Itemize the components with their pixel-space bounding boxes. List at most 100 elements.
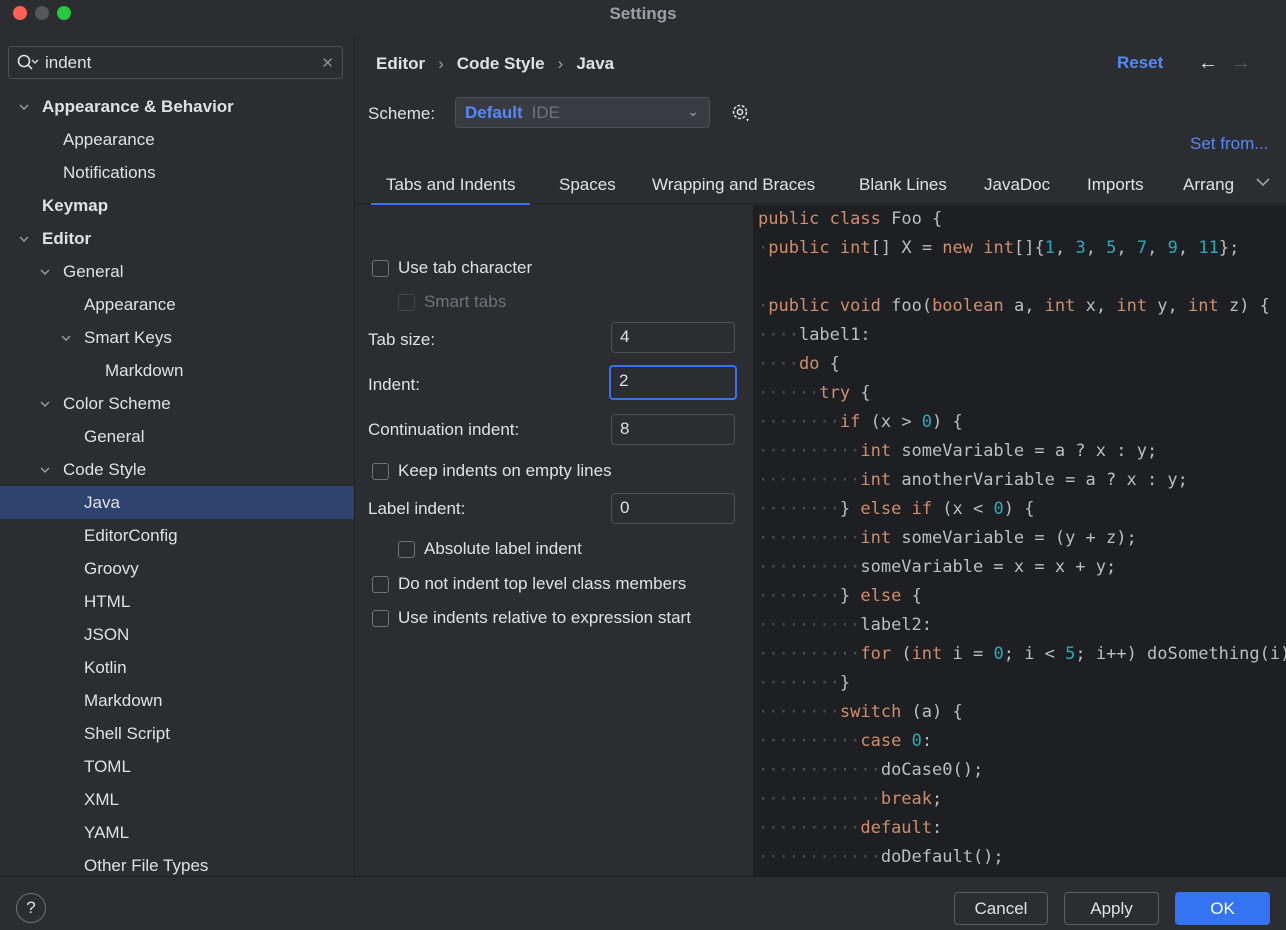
search-field[interactable]: indent ✕: [8, 46, 343, 79]
tab-arrangement[interactable]: Arrang: [1183, 175, 1234, 195]
tree-item-label: JSON: [84, 624, 130, 644]
code-keyword: public: [768, 296, 830, 316]
tab-size-input[interactable]: 4: [611, 322, 735, 353]
cancel-button[interactable]: Cancel: [954, 892, 1048, 925]
code-line: ··········default:: [758, 814, 942, 843]
no-indent-top-level-checkbox[interactable]: Do not indent top level class members: [372, 574, 686, 594]
code-text: ; i <: [1003, 644, 1066, 664]
label-indent-input[interactable]: 0: [611, 493, 735, 524]
tree-item[interactable]: General: [0, 255, 354, 288]
absolute-label-indent-checkbox[interactable]: Absolute label indent: [398, 539, 582, 559]
tree-item[interactable]: Editor: [0, 222, 354, 255]
tree-item[interactable]: Appearance: [0, 288, 354, 321]
help-icon[interactable]: ?: [16, 893, 46, 923]
chevron-down-icon[interactable]: [18, 101, 30, 113]
code-line: ··········int anotherVariable = a ? x : …: [758, 466, 1188, 495]
settings-content: Editor › Code Style › Java Reset ← → Sch…: [355, 36, 1286, 876]
label-indent-label: Label indent:: [368, 499, 466, 518]
indent-input[interactable]: 2: [609, 365, 737, 400]
tree-item[interactable]: Smart Keys: [0, 321, 354, 354]
close-window-button[interactable]: [13, 6, 27, 20]
code-preview: public class Foo {·public int[] X = new …: [753, 205, 1286, 876]
checkbox[interactable]: [372, 609, 389, 627]
tree-item[interactable]: General: [0, 420, 354, 453]
code-text: z) {: [1218, 296, 1270, 316]
code-line: ··········case 0:: [758, 727, 932, 756]
continuation-indent-input[interactable]: 8: [611, 414, 735, 445]
tab-spaces[interactable]: Spaces: [559, 175, 616, 195]
tree-item[interactable]: Keymap: [0, 189, 354, 222]
window-title: Settings: [609, 4, 677, 23]
tree-item-label: Other File Types: [84, 855, 209, 875]
tree-item[interactable]: HTML: [0, 585, 354, 618]
tree-item[interactable]: Markdown: [0, 684, 354, 717]
gear-icon[interactable]: [730, 102, 752, 124]
tree-item[interactable]: Markdown: [0, 354, 354, 387]
code-text: {: [850, 383, 871, 403]
code-number: 5: [1065, 644, 1076, 664]
code-line: ········if (x > 0) {: [758, 408, 963, 437]
code-text: ,: [1054, 238, 1076, 258]
maximize-window-button[interactable]: [57, 6, 71, 20]
code-text: }: [839, 499, 861, 519]
chevron-down-icon[interactable]: [1255, 174, 1271, 193]
code-text: ,: [1147, 238, 1168, 258]
breadcrumb-item[interactable]: Editor: [376, 54, 425, 74]
checkbox[interactable]: [398, 540, 415, 558]
code-number: 0: [993, 499, 1004, 519]
checkbox[interactable]: [372, 462, 389, 480]
code-text: ;: [932, 789, 943, 809]
apply-button[interactable]: Apply: [1064, 892, 1159, 925]
tree-item[interactable]: TOML: [0, 750, 354, 783]
forward-arrow-icon[interactable]: →: [1231, 52, 1251, 75]
tree-item[interactable]: Color Scheme: [0, 387, 354, 420]
tree-item[interactable]: Appearance: [0, 123, 354, 156]
clear-search-icon[interactable]: ✕: [321, 54, 334, 72]
use-tab-character-checkbox[interactable]: Use tab character: [372, 258, 532, 278]
code-number: 0: [921, 412, 933, 432]
tree-item[interactable]: Kotlin: [0, 651, 354, 684]
minimize-window-button[interactable]: [35, 6, 49, 20]
code-text: someVariable = x = x + y;: [860, 557, 1117, 577]
tree-item[interactable]: Groovy: [0, 552, 354, 585]
tab-imports[interactable]: Imports: [1087, 175, 1144, 195]
chevron-down-icon[interactable]: [39, 464, 51, 476]
search-input[interactable]: indent: [45, 53, 321, 73]
keep-indents-checkbox[interactable]: Keep indents on empty lines: [372, 461, 612, 481]
tab-tabs-and-indents[interactable]: Tabs and Indents: [370, 175, 532, 206]
tree-item[interactable]: Code Style: [0, 453, 354, 486]
tree-item[interactable]: XML: [0, 783, 354, 816]
tree-item-label: Appearance: [63, 129, 155, 149]
reset-link[interactable]: Reset: [1117, 53, 1163, 73]
tree-item[interactable]: Java: [0, 486, 354, 519]
checkbox[interactable]: [372, 259, 389, 277]
tree-item[interactable]: YAML: [0, 816, 354, 849]
tree-item[interactable]: Shell Script: [0, 717, 354, 750]
tree-item[interactable]: JSON: [0, 618, 354, 651]
back-arrow-icon[interactable]: ←: [1198, 52, 1218, 75]
tab-wrapping-and-braces[interactable]: Wrapping and Braces: [652, 175, 815, 195]
checkbox-label: Do not indent top level class members: [398, 574, 687, 593]
tree-item-label: Markdown: [84, 690, 163, 710]
checkbox[interactable]: [372, 575, 389, 593]
tree-item-label: Notifications: [63, 162, 156, 182]
ok-button[interactable]: OK: [1175, 892, 1270, 925]
tree-item-label: HTML: [84, 591, 131, 611]
tree-item[interactable]: EditorConfig: [0, 519, 354, 552]
code-number: 3: [1075, 238, 1086, 258]
chevron-down-icon[interactable]: [18, 233, 30, 245]
relative-indents-checkbox[interactable]: Use indents relative to expression start: [372, 608, 691, 628]
tree-item[interactable]: Notifications: [0, 156, 354, 189]
scheme-dropdown[interactable]: Default IDE ⌄: [455, 97, 710, 128]
tree-item[interactable]: Appearance & Behavior: [0, 90, 354, 123]
tab-javadoc[interactable]: JavaDoc: [984, 175, 1050, 195]
set-from-link[interactable]: Set from...: [1190, 134, 1268, 154]
chevron-down-icon[interactable]: [39, 266, 51, 278]
title-bar: Settings: [0, 0, 1286, 28]
whitespace-marker: ········: [758, 673, 840, 693]
chevron-down-icon[interactable]: [39, 398, 51, 410]
breadcrumb-item[interactable]: Code Style: [457, 54, 545, 74]
tab-blank-lines[interactable]: Blank Lines: [859, 175, 947, 195]
chevron-down-icon[interactable]: [60, 332, 72, 344]
